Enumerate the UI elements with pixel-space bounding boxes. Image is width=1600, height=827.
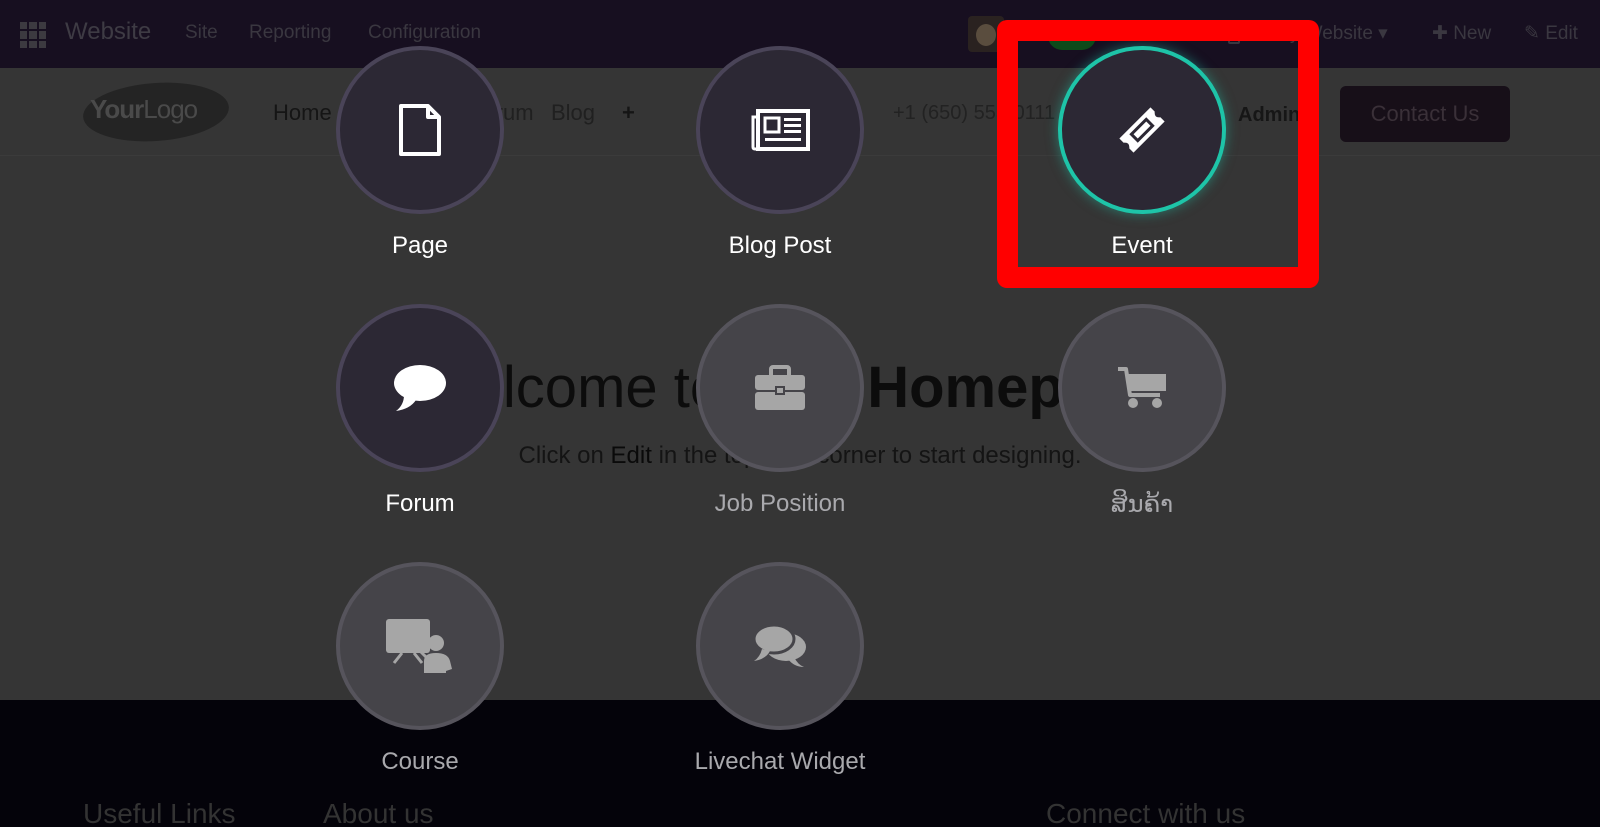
app-name: Website [65, 18, 152, 45]
comment-icon [394, 365, 446, 411]
option-label: Livechat Widget [694, 748, 866, 775]
comments-icon [752, 623, 806, 667]
option-label: Course [381, 748, 459, 775]
highlight-annotation-box [997, 20, 1319, 288]
option-label: Blog Post [728, 232, 832, 259]
product-circle[interactable] [1058, 304, 1226, 472]
new-blog-post-option[interactable]: Blog Post [660, 46, 900, 306]
new-course-option[interactable]: Course [300, 562, 540, 822]
option-label: Job Position [714, 490, 846, 517]
contact-us-button[interactable]: Contact Us [1340, 86, 1510, 142]
blog-post-circle[interactable] [696, 46, 864, 214]
edit-button[interactable]: ✎ Edit [1524, 22, 1578, 45]
nav-blog[interactable]: Blog [551, 100, 595, 126]
footer-heading-connect: Connect with us [1046, 798, 1246, 827]
page-circle[interactable] [336, 46, 504, 214]
option-label: Page [391, 232, 449, 259]
menu-configuration[interactable]: Configuration [368, 22, 481, 44]
livechat-widget-circle[interactable] [696, 562, 864, 730]
new-button[interactable]: ✚ New [1432, 22, 1491, 45]
shopping-cart-icon [1118, 367, 1166, 408]
new-forum-option[interactable]: Forum [300, 304, 540, 564]
file-icon [399, 104, 441, 156]
new-job-position-option[interactable]: Job Position [660, 304, 900, 564]
menu-reporting[interactable]: Reporting [249, 22, 331, 44]
new-product-option[interactable]: ສິນຄ້າ [1022, 304, 1262, 564]
briefcase-icon [755, 365, 805, 410]
course-circle[interactable] [336, 562, 504, 730]
option-label: ສິນຄ້າ [1110, 491, 1174, 518]
new-livechat-widget-option[interactable]: Livechat Widget [660, 562, 900, 822]
new-page-option[interactable]: Page [300, 46, 540, 306]
newspaper-icon [751, 109, 810, 151]
forum-circle[interactable] [336, 304, 504, 472]
add-menu-icon[interactable]: + [622, 100, 635, 126]
presentation-icon [386, 619, 452, 673]
menu-site[interactable]: Site [185, 22, 218, 44]
option-label: Forum [385, 490, 455, 517]
job-position-circle[interactable] [696, 304, 864, 472]
footer-heading-useful-links: Useful Links [83, 798, 236, 827]
logo-text: YourLogo [90, 94, 198, 124]
apps-grid-icon[interactable] [20, 22, 46, 48]
